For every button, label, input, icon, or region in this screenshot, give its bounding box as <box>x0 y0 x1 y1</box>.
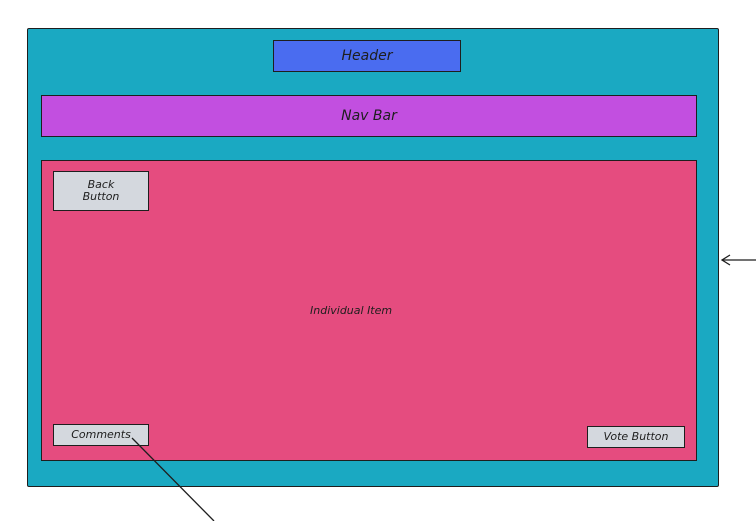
comments-button-label: Comments <box>71 428 131 441</box>
back-button-label-line2: Button <box>82 190 120 203</box>
back-button[interactable]: Back Button <box>53 171 149 211</box>
frame-pointer-arrow <box>720 254 756 266</box>
nav-bar-box[interactable]: Nav Bar <box>41 95 697 137</box>
header-label: Header <box>341 48 393 64</box>
nav-bar-label: Nav Bar <box>341 108 397 124</box>
vote-button[interactable]: Vote Button <box>587 426 685 448</box>
comments-button[interactable]: Comments <box>53 424 149 446</box>
individual-item-label: Individual Item <box>310 304 393 317</box>
wireframe-canvas: Header Nav Bar Individual Item Back Butt… <box>0 0 756 521</box>
vote-button-label: Vote Button <box>603 430 669 443</box>
header-box: Header <box>273 40 461 72</box>
